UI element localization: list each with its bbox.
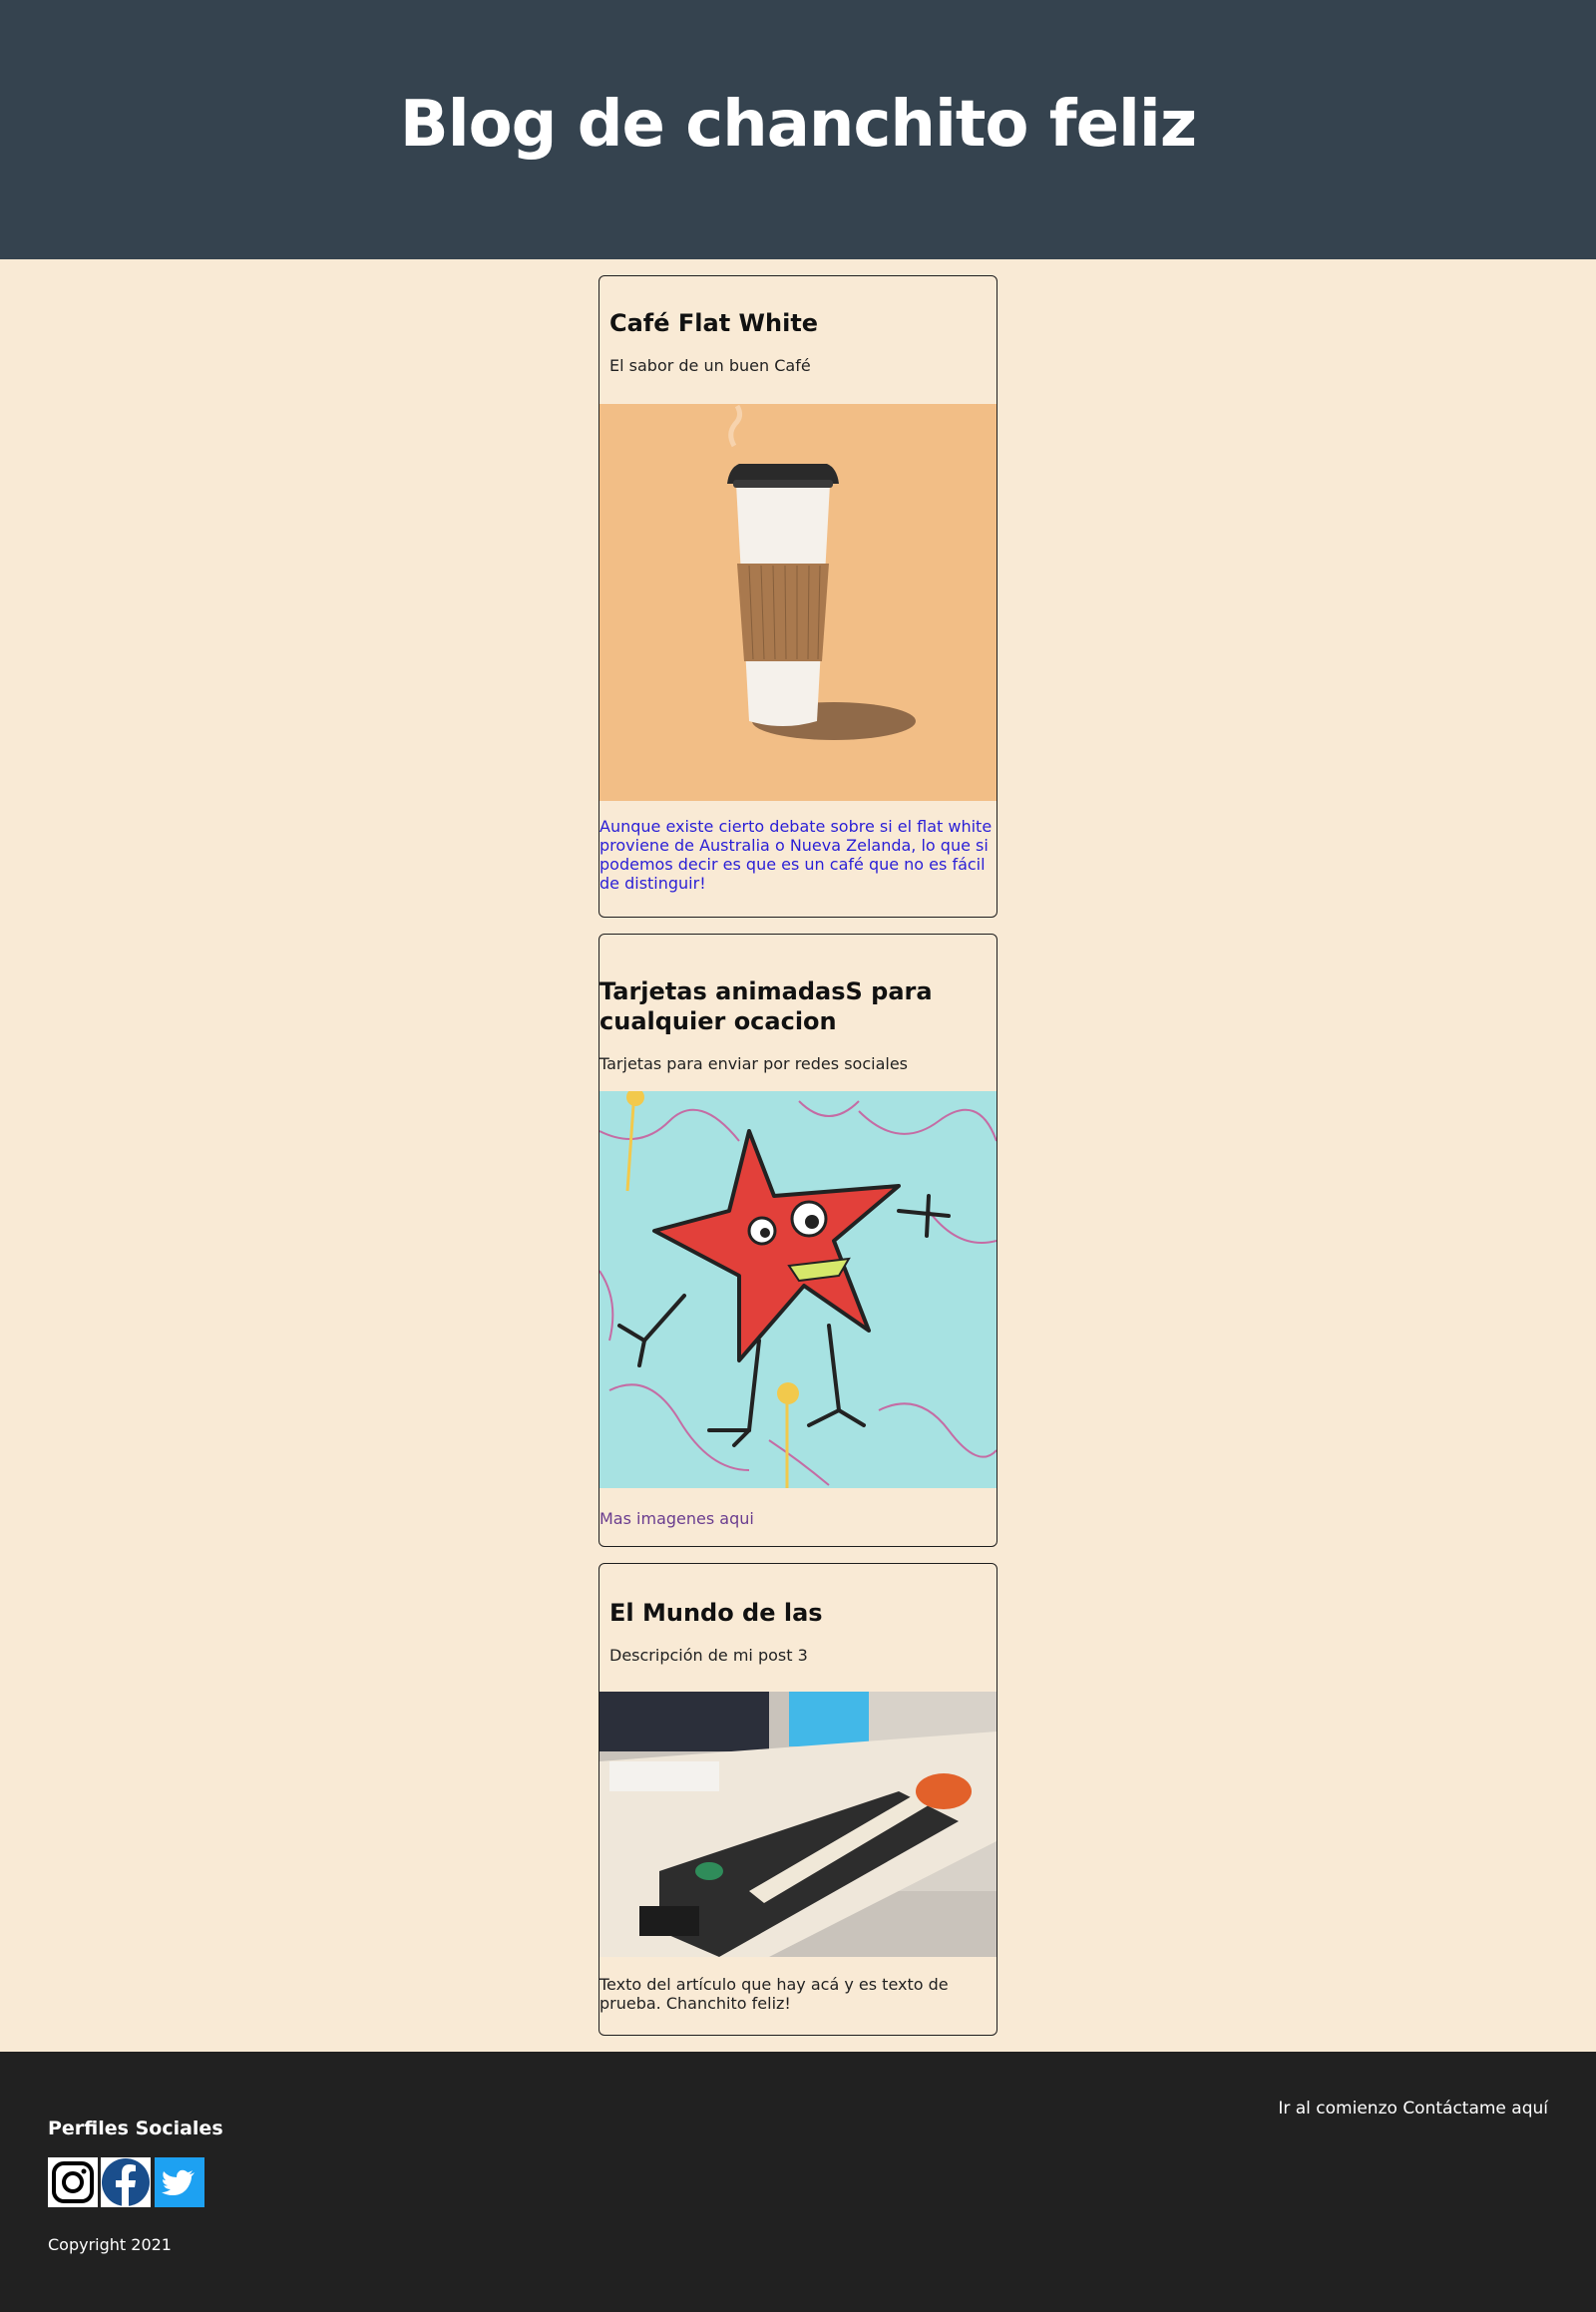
social-profiles-heading: Perfiles Sociales — [48, 2118, 223, 2139]
coffee-cup-image — [599, 404, 997, 801]
post-title: Tarjetas animadasS para cualquier ocacio… — [599, 977, 933, 1035]
post-title: Café Flat White — [609, 309, 819, 337]
instagram-icon[interactable] — [48, 2157, 98, 2207]
contact-link[interactable]: Contáctame aquí — [1402, 2099, 1548, 2119]
post-description: Descripción de mi post 3 — [609, 1646, 808, 1665]
footer-links: Ir al comienzo Contáctame aquí — [1278, 2099, 1548, 2119]
post-card-2: Tarjetas animadasS para cualquier ocacio… — [598, 934, 998, 1547]
desk-guitar-photo-image — [599, 1692, 997, 1957]
post-text: Texto del artículo que hay acá y es text… — [599, 1975, 949, 2013]
more-images-link[interactable]: Mas imagenes aqui — [599, 1509, 995, 1528]
post-title: El Mundo de las — [609, 1599, 823, 1627]
post-description: Tarjetas para enviar por redes sociales — [599, 1054, 908, 1073]
site-header: Blog de chanchito feliz — [0, 0, 1596, 259]
go-to-top-link[interactable]: Ir al comienzo — [1278, 2099, 1397, 2119]
post-text-link[interactable]: Aunque existe cierto debate sobre si el … — [599, 817, 995, 893]
red-monster-drawing-image — [599, 1091, 997, 1488]
copyright-text: Copyright 2021 — [48, 2235, 172, 2254]
post-description: El sabor de un buen Café — [609, 356, 811, 375]
twitter-icon[interactable] — [155, 2157, 204, 2207]
post-card-3: El Mundo de las Descripción de mi post 3… — [598, 1563, 998, 2036]
post-card-1: Café Flat White El sabor de un buen Café… — [598, 275, 998, 918]
site-title: Blog de chanchito feliz — [399, 88, 1197, 162]
site-footer: Perfiles Sociales Copyright 2021 Ir al c… — [0, 2052, 1596, 2312]
facebook-icon[interactable] — [101, 2157, 151, 2207]
